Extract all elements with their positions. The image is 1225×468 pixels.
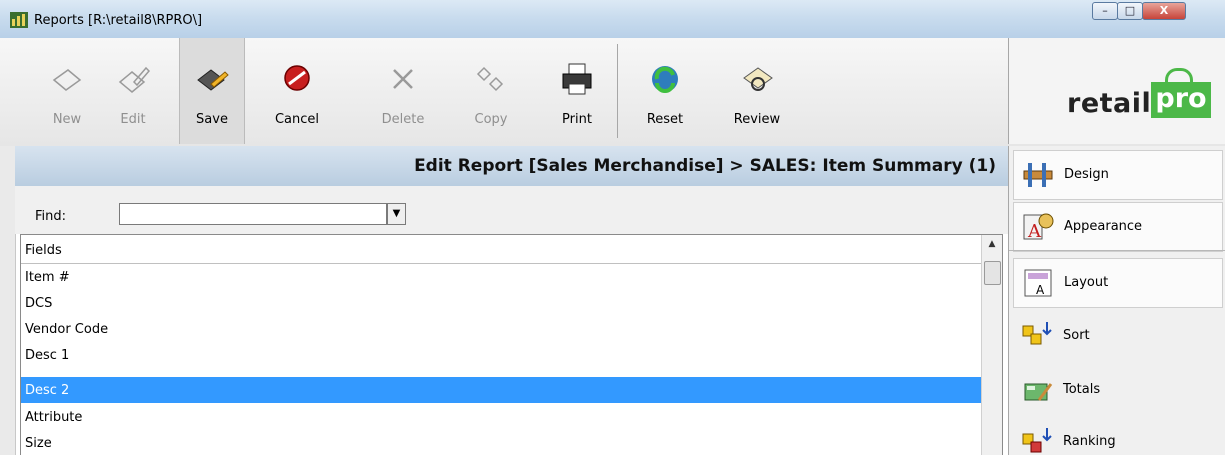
side-item-appearance[interactable]: A Appearance xyxy=(1013,202,1223,252)
field-row-size[interactable]: Size xyxy=(21,430,983,455)
toolbar: New Edit Save Cancel Delete Copy Print R… xyxy=(0,38,1225,147)
side-item-label: Appearance xyxy=(1064,219,1143,234)
fields-grid: Fields Item # DCS Vendor Code Desc 1 Des… xyxy=(20,234,1003,455)
find-dropdown-button[interactable]: ▼ xyxy=(387,203,406,225)
panel-divider xyxy=(1009,250,1225,251)
save-icon xyxy=(197,69,229,91)
field-row-label: Item # xyxy=(25,270,70,285)
reports-window: Reports [R:\retail8\RPRO\] – □ X New Edi… xyxy=(0,0,1225,455)
field-row-dcs[interactable]: DCS xyxy=(21,290,983,316)
side-item-label: Totals xyxy=(1063,382,1101,397)
svg-text:A: A xyxy=(1036,283,1045,297)
close-button[interactable]: X xyxy=(1142,2,1186,20)
chevron-down-icon: ▼ xyxy=(392,208,401,219)
field-row-label: DCS xyxy=(25,296,53,311)
field-row-label: Desc 1 xyxy=(25,348,70,363)
copy-button-label: Copy xyxy=(474,112,508,127)
save-button[interactable]: Save xyxy=(179,38,245,144)
side-item-ranking[interactable]: Ranking xyxy=(1013,418,1223,468)
ranking-icon xyxy=(1022,428,1052,453)
page-title: Edit Report [Sales Merchandise] > SALES:… xyxy=(414,156,996,176)
edit-button[interactable]: Edit xyxy=(100,38,166,144)
fields-header-label: Fields xyxy=(25,243,62,258)
field-row-label: Desc 2 xyxy=(25,383,70,398)
cancel-button[interactable]: Cancel xyxy=(264,38,330,144)
title-bar: Reports [R:\retail8\RPRO\] – □ X xyxy=(0,0,1225,39)
field-row-label: Attribute xyxy=(25,410,83,425)
maximize-button[interactable]: □ xyxy=(1117,2,1143,20)
find-bar: Find: ▼ xyxy=(15,186,1008,234)
reset-button[interactable]: Reset xyxy=(632,38,698,144)
app-icon xyxy=(10,12,28,28)
cancel-icon xyxy=(284,65,310,91)
field-row-attribute[interactable]: Attribute xyxy=(21,404,983,430)
new-button-label: New xyxy=(52,112,82,127)
cancel-button-label: Cancel xyxy=(274,112,320,127)
find-label: Find: xyxy=(35,209,67,224)
field-row-vendor-code[interactable]: Vendor Code xyxy=(21,316,983,342)
print-button-label: Print xyxy=(562,112,592,127)
report-options-panel: Design A Appearance A Layout Sort Totals… xyxy=(1008,146,1225,455)
fields-scrollbar[interactable]: ▲ xyxy=(981,235,1002,455)
field-row-item-number[interactable]: Item # xyxy=(21,264,983,290)
save-button-label: Save xyxy=(196,112,228,127)
new-button[interactable]: New xyxy=(34,38,100,144)
new-document-icon xyxy=(52,69,82,91)
left-edge-strip xyxy=(0,146,16,455)
edit-pencil-icon xyxy=(118,66,150,93)
reset-button-label: Reset xyxy=(646,112,684,127)
side-item-label: Ranking xyxy=(1063,434,1116,449)
copy-button[interactable]: Copy xyxy=(458,38,524,144)
delete-icon xyxy=(393,69,413,89)
review-icon xyxy=(743,67,773,91)
field-row-label: Size xyxy=(25,436,52,451)
edit-report-header: Edit Report [Sales Merchandise] > SALES:… xyxy=(15,146,1008,187)
fields-column-header[interactable]: Fields xyxy=(21,235,983,264)
side-item-label: Layout xyxy=(1064,275,1109,290)
scroll-up-arrow-icon[interactable]: ▲ xyxy=(982,239,1002,249)
minimize-button[interactable]: – xyxy=(1092,2,1118,20)
side-item-label: Design xyxy=(1064,167,1109,182)
field-row-desc-1[interactable]: Desc 1 xyxy=(21,342,983,368)
side-item-label: Sort xyxy=(1063,328,1090,343)
logo-text-retail: retail xyxy=(1067,88,1152,119)
side-item-totals[interactable]: Totals xyxy=(1013,366,1223,416)
reset-icon xyxy=(652,66,678,93)
delete-button-label: Delete xyxy=(381,112,425,127)
delete-button[interactable]: Delete xyxy=(370,38,436,144)
retailpro-logo: retail pro xyxy=(1008,38,1225,144)
sort-icon xyxy=(1022,322,1052,345)
edit-button-label: Edit xyxy=(120,112,146,127)
side-item-layout[interactable]: A Layout xyxy=(1013,258,1223,308)
layout-icon: A xyxy=(1024,269,1052,297)
design-icon xyxy=(1023,163,1053,187)
side-item-design[interactable]: Design xyxy=(1013,150,1223,200)
field-row-desc-2[interactable]: Desc 2 xyxy=(21,377,983,403)
field-row-label: Vendor Code xyxy=(25,322,109,337)
review-button-label: Review xyxy=(733,112,781,127)
toolbar-separator xyxy=(617,44,618,138)
window-title: Reports [R:\retail8\RPRO\] xyxy=(34,13,203,28)
scrollbar-thumb[interactable] xyxy=(984,261,1001,285)
find-input[interactable] xyxy=(119,203,387,225)
appearance-icon: A xyxy=(1023,213,1054,242)
print-button[interactable]: Print xyxy=(544,38,610,144)
copy-icon xyxy=(476,66,504,92)
totals-icon xyxy=(1024,383,1053,401)
side-item-sort[interactable]: Sort xyxy=(1013,312,1223,362)
review-button[interactable]: Review xyxy=(724,38,790,144)
printer-icon xyxy=(562,63,592,95)
logo-text-pro: pro xyxy=(1151,82,1211,118)
